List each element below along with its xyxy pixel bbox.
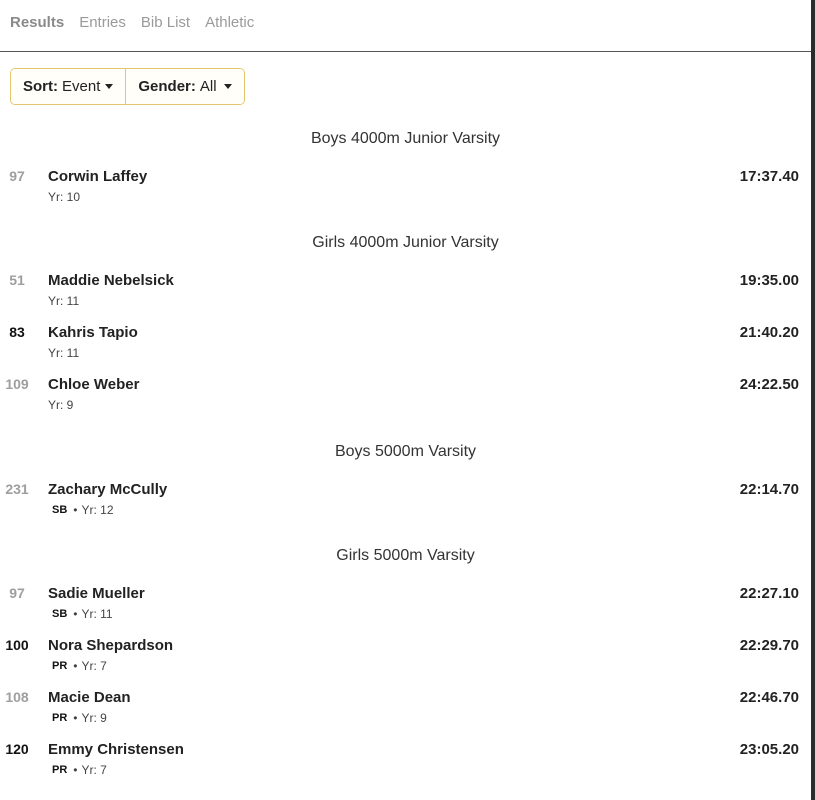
result-time: 21:40.20	[739, 324, 799, 341]
separator-dot: •	[73, 607, 78, 621]
tab-bar: Results Entries Bib List Athletic	[10, 14, 254, 31]
result-row[interactable]: 97 Sadie Mueller SB • Yr: 11 22:27.10	[0, 585, 811, 629]
gender-value: All	[199, 78, 217, 95]
athlete-year: Yr: 12	[81, 503, 114, 517]
athlete-meta: Yr: 9	[48, 398, 73, 412]
place-number: 100	[5, 637, 29, 653]
caret-down-icon	[223, 84, 232, 89]
athlete-year: Yr: 9	[81, 711, 107, 725]
place-number: 51	[9, 272, 25, 288]
result-row[interactable]: 83 Kahris Tapio Yr: 11 21:40.20	[0, 324, 811, 368]
place-number: 83	[9, 324, 25, 340]
separator-dot: •	[73, 711, 78, 725]
athlete-name-link[interactable]: Chloe Weber	[48, 376, 139, 393]
place-number: 109	[5, 376, 29, 392]
athlete-year: Yr: 11	[48, 294, 80, 308]
result-time: 17:37.40	[739, 168, 799, 185]
separator-dot: •	[73, 503, 78, 517]
result-time: 24:22.50	[739, 376, 799, 393]
event-section-title: Girls 5000m Varsity	[336, 547, 475, 564]
gender-label: Gender:	[138, 78, 196, 95]
athlete-meta: PR • Yr: 7	[48, 763, 107, 777]
athlete-name-link[interactable]: Emmy Christensen	[48, 741, 184, 758]
result-row[interactable]: 51 Maddie Nebelsick Yr: 11 19:35.00	[0, 272, 811, 316]
results-page: Results Entries Bib List Athletic Sort: …	[0, 0, 811, 800]
result-row[interactable]: 109 Chloe Weber Yr: 9 24:22.50	[0, 376, 811, 420]
event-section-title: Girls 4000m Junior Varsity	[312, 234, 499, 251]
event-section-title: Boys 5000m Varsity	[334, 443, 477, 460]
place-number: 231	[5, 481, 29, 497]
result-row[interactable]: 100 Nora Shepardson PR • Yr: 7 22:29.70	[0, 637, 811, 681]
athlete-name-link[interactable]: Zachary McCully	[48, 481, 167, 498]
athlete-year: Yr: 7	[81, 763, 107, 777]
record-badge: PR	[52, 660, 68, 672]
place-number: 97	[9, 168, 25, 184]
athlete-meta: Yr: 11	[48, 294, 79, 308]
place-number: 108	[5, 689, 29, 705]
athlete-name-link[interactable]: Maddie Nebelsick	[48, 272, 174, 289]
athlete-meta: PR • Yr: 7	[48, 659, 107, 673]
result-time: 22:14.70	[739, 481, 799, 498]
result-time: 22:46.70	[739, 689, 799, 706]
window-edge	[811, 0, 815, 800]
sort-dropdown-button[interactable]: Sort: Event	[11, 69, 126, 104]
result-time: 22:27.10	[739, 585, 799, 602]
record-badge: PR	[52, 712, 68, 724]
tab-entries[interactable]: Entries	[79, 14, 126, 31]
separator-dot: •	[73, 659, 78, 673]
athlete-year: Yr: 11	[48, 346, 80, 360]
tab-athletic[interactable]: Athletic	[205, 14, 254, 31]
record-badge: SB	[52, 608, 68, 620]
athlete-year: Yr: 9	[48, 398, 74, 412]
result-time: 19:35.00	[739, 272, 799, 289]
separator-dot: •	[73, 763, 78, 777]
filter-button-group: Sort: Event Gender: All	[10, 68, 245, 105]
athlete-name-link[interactable]: Corwin Laffey	[48, 168, 147, 185]
result-time: 23:05.20	[739, 741, 799, 758]
tab-bib-list[interactable]: Bib List	[141, 14, 190, 31]
athlete-name-link[interactable]: Macie Dean	[48, 689, 131, 706]
athlete-meta: Yr: 11	[48, 346, 79, 360]
athlete-name-link[interactable]: Sadie Mueller	[48, 585, 145, 602]
tab-results[interactable]: Results	[10, 14, 64, 31]
record-badge: PR	[52, 764, 68, 776]
result-row[interactable]: 231 Zachary McCully SB • Yr: 12 22:14.70	[0, 481, 811, 525]
athlete-name-link[interactable]: Nora Shepardson	[48, 637, 173, 654]
sort-label: Sort:	[23, 78, 58, 95]
sort-value: Event	[62, 78, 101, 95]
athlete-year: Yr: 10	[48, 190, 81, 204]
place-number: 97	[9, 585, 25, 601]
result-row[interactable]: 97 Corwin Laffey Yr: 10 17:37.40	[0, 168, 811, 212]
gender-dropdown-button[interactable]: Gender: All	[125, 69, 244, 104]
record-badge: SB	[52, 504, 68, 516]
athlete-year: Yr: 7	[81, 659, 107, 673]
result-row[interactable]: 120 Emmy Christensen PR • Yr: 7 23:05.20	[0, 741, 811, 785]
athlete-year: Yr: 11	[81, 607, 113, 621]
athlete-meta: SB • Yr: 12	[48, 503, 114, 517]
tab-divider	[0, 51, 811, 52]
athlete-meta: PR • Yr: 9	[48, 711, 107, 725]
result-row[interactable]: 108 Macie Dean PR • Yr: 9 22:46.70	[0, 689, 811, 733]
athlete-name-link[interactable]: Kahris Tapio	[48, 324, 138, 341]
result-time: 22:29.70	[739, 637, 799, 654]
caret-down-icon	[105, 84, 114, 89]
event-section-title: Boys 4000m Junior Varsity	[310, 130, 501, 147]
athlete-meta: Yr: 10	[48, 190, 80, 204]
athlete-meta: SB • Yr: 11	[48, 607, 113, 621]
place-number: 120	[5, 741, 29, 757]
